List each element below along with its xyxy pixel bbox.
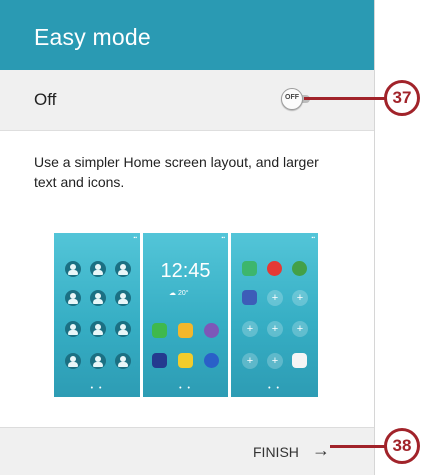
add-icon: +: [267, 353, 283, 369]
page-indicator: • •: [268, 385, 281, 392]
record-app-icon: [267, 261, 282, 276]
preview-weather: ☁ 20°: [169, 290, 189, 297]
message-icon: [178, 323, 193, 338]
contact-icon: [115, 261, 131, 277]
camera-icon: [152, 353, 167, 368]
gallery-icon: [178, 353, 193, 368]
contact-icon: [115, 321, 131, 337]
callout-38: 38: [384, 428, 420, 464]
add-icon: +: [292, 290, 308, 306]
footer-bar: FINISH →: [0, 427, 374, 475]
phone-icon: [152, 323, 167, 338]
add-icon: +: [267, 290, 283, 306]
contact-icon: [90, 261, 106, 277]
contact-icon: [65, 290, 81, 306]
settings-app-icon: [242, 290, 257, 305]
switch-state-text: OFF: [285, 94, 299, 101]
status-bar-icon: ▪▪: [133, 235, 137, 241]
callout-line-38: [330, 445, 386, 448]
contact-icon: [65, 261, 81, 277]
contact-icon: [115, 353, 131, 369]
page-indicator: • •: [179, 385, 192, 392]
contact-icon: [115, 290, 131, 306]
status-bar-icon: ▪▪: [311, 235, 315, 241]
callout-37: 37: [384, 80, 420, 116]
callout-line-37: [304, 97, 386, 100]
status-bar-icon: ▪▪: [221, 235, 225, 241]
add-icon: +: [242, 353, 258, 369]
maps-app-icon: [292, 261, 307, 276]
add-icon: +: [242, 321, 258, 337]
contact-icon: [90, 290, 106, 306]
page-indicator: • •: [90, 385, 104, 392]
internet-icon: [204, 323, 219, 338]
toggle-label: Off: [34, 90, 57, 109]
page-title: Easy mode: [34, 24, 151, 50]
messages-app-icon: [242, 261, 257, 276]
contact-icon: [90, 353, 106, 369]
preview-apps-panel: ▪▪ + + + + + + + • •: [231, 233, 318, 397]
music-icon: [204, 353, 219, 368]
easy-mode-description: Use a simpler Home screen layout, and la…: [34, 154, 319, 190]
contact-icon: [65, 321, 81, 337]
contact-icon: [65, 353, 81, 369]
easy-mode-screen: Easy mode Off OFF Use a simpler Home scr…: [0, 0, 375, 475]
apps-grid-icon: [292, 353, 307, 368]
arrow-right-icon[interactable]: →: [312, 440, 330, 461]
preview-clock: 12:45: [160, 260, 211, 282]
easy-mode-toggle-row[interactable]: Off OFF: [0, 70, 374, 131]
contact-icon: [90, 321, 106, 337]
easy-mode-preview-image: ▪▪ • • ▪▪ 12:45 ☁ 20° • • ▪▪ + + + + + +…: [54, 233, 318, 397]
app-header: Easy mode: [0, 0, 374, 70]
add-icon: +: [267, 321, 283, 337]
finish-button[interactable]: FINISH: [253, 444, 299, 460]
preview-home-panel: ▪▪ 12:45 ☁ 20° • •: [143, 233, 228, 397]
preview-contacts-panel: ▪▪ • •: [54, 233, 140, 397]
add-icon: +: [292, 321, 308, 337]
